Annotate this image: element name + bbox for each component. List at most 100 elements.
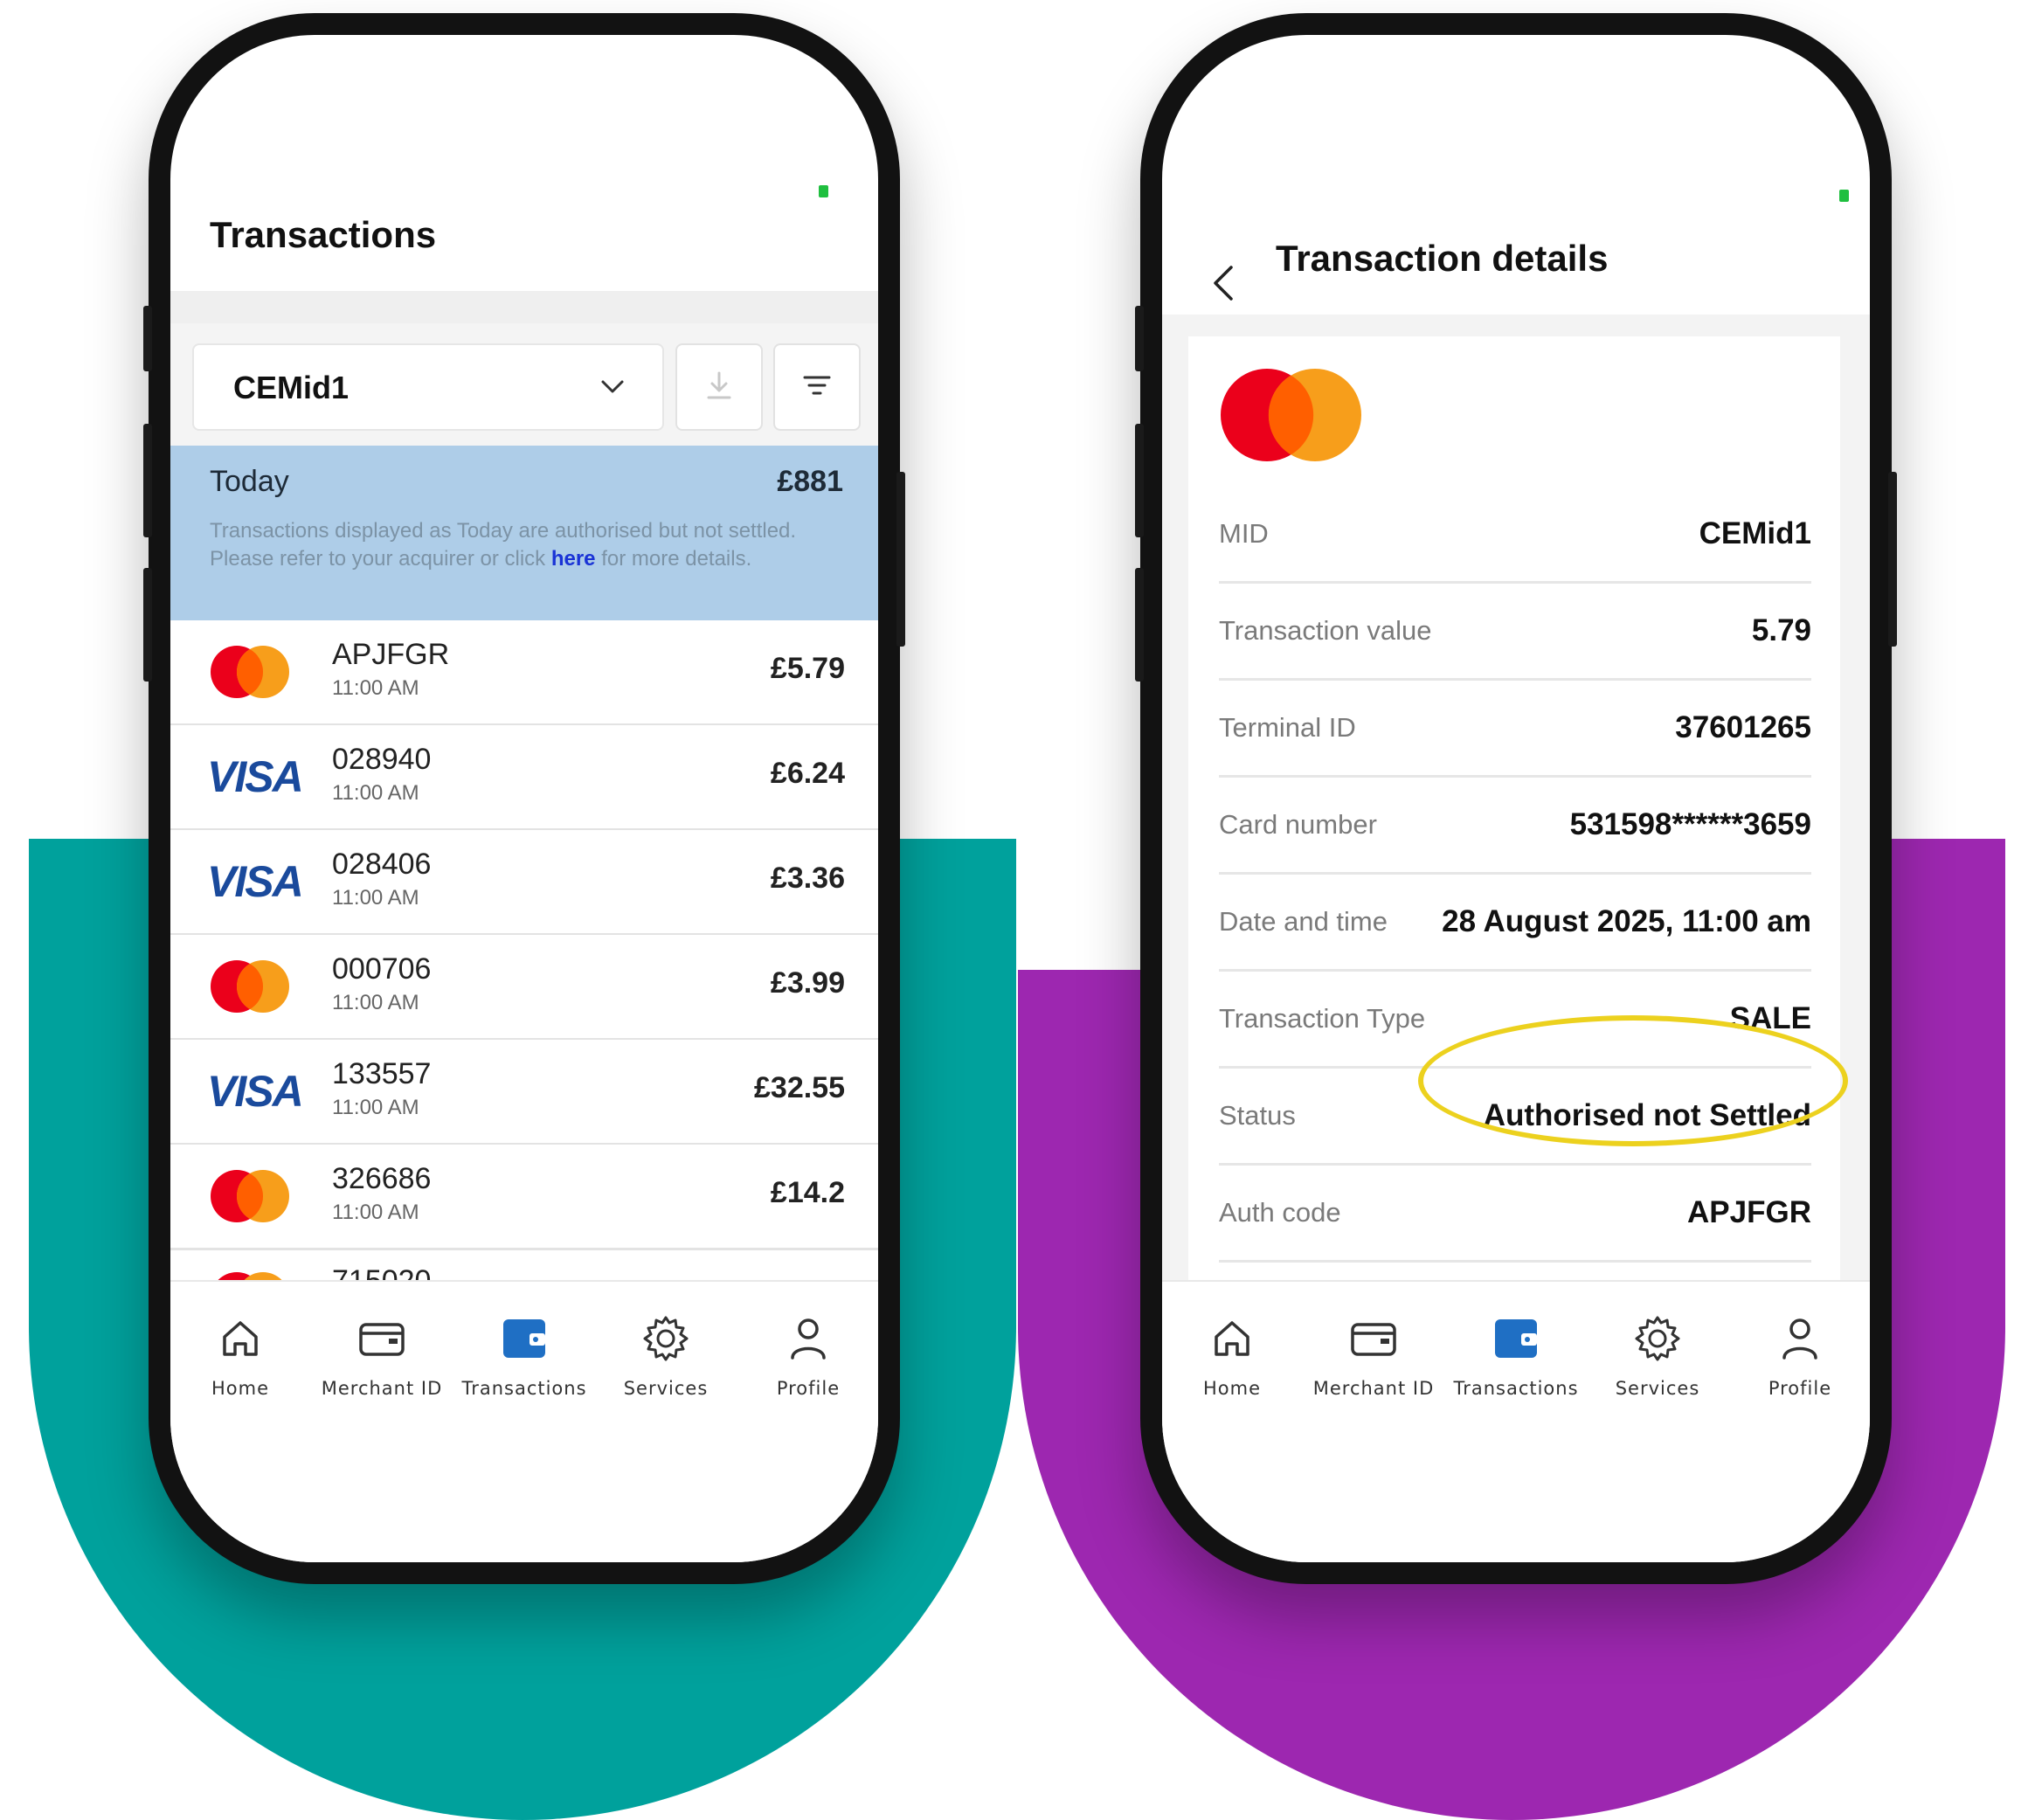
visa-logo: VISA: [207, 857, 304, 906]
wallet-icon: [1308, 1308, 1439, 1369]
detail-label: Transaction value: [1219, 615, 1432, 646]
nav-label: Services: [623, 1378, 709, 1399]
transaction-details-screen: Transaction details MID CEMid1 Transacti…: [1162, 35, 1870, 1562]
transaction-code: 133557: [332, 1057, 432, 1090]
today-note: Transactions displayed as Today are auth…: [210, 517, 848, 573]
page-title: Transaction details: [1276, 238, 1609, 279]
phone-side-button: [1135, 568, 1144, 682]
download-icon: [702, 368, 737, 407]
filter-icon: [799, 368, 834, 407]
bottom-nav: Home Merchant ID Transactions Services P…: [1162, 1280, 1870, 1562]
filter-button[interactable]: [773, 343, 861, 431]
gear-icon: [600, 1308, 731, 1369]
visa-logo: VISA: [207, 1067, 304, 1116]
detail-value: APJFGR: [1687, 1195, 1811, 1229]
mastercard-logo: [207, 1169, 294, 1223]
transaction-code: 028406: [332, 848, 432, 881]
transaction-amount: £6.24: [770, 757, 845, 790]
transaction-row[interactable]: VISA 028406 11:00 AM £3.36: [170, 830, 878, 936]
background-gap: [1018, 839, 1149, 970]
nav-services[interactable]: Services: [1592, 1308, 1723, 1399]
detail-row-date-time: Date and time 28 August 2025, 11:00 am: [1219, 873, 1811, 972]
detail-row-card-number: Card number 531598******3659: [1219, 776, 1811, 875]
nav-transactions[interactable]: Transactions: [459, 1308, 590, 1399]
detail-label: Transaction Type: [1219, 1003, 1426, 1034]
phone-side-button: [143, 424, 152, 537]
detail-label: Date and time: [1219, 906, 1388, 937]
chevron-down-icon: [598, 371, 627, 405]
transaction-time: 11:00 AM: [332, 886, 419, 910]
transaction-time: 11:00 AM: [332, 1201, 419, 1224]
detail-row-transaction-value: Transaction value 5.79: [1219, 582, 1811, 681]
page-title: Transactions: [210, 214, 437, 255]
phone-side-button: [1135, 424, 1144, 537]
nav-home[interactable]: Home: [175, 1308, 306, 1399]
nav-services[interactable]: Services: [600, 1308, 731, 1399]
today-label: Today: [210, 465, 289, 498]
nav-merchant-id[interactable]: Merchant ID: [316, 1308, 447, 1399]
detail-label: Terminal ID: [1219, 712, 1356, 743]
transactions-icon: [459, 1308, 590, 1369]
transaction-time: 11:00 AM: [332, 676, 419, 700]
transaction-row[interactable]: 326686 11:00 AM £14.2: [170, 1145, 878, 1250]
transaction-amount: £3.99: [770, 966, 845, 1000]
visa-logo: VISA: [207, 752, 304, 801]
here-link[interactable]: here: [551, 547, 596, 571]
transactions-icon: [1450, 1308, 1582, 1369]
today-amount: £881: [777, 465, 843, 498]
download-button[interactable]: [675, 343, 763, 431]
back-button[interactable]: [1210, 264, 1236, 307]
nav-label: Transactions: [461, 1378, 587, 1399]
detail-row-auth-code: Auth code APJFGR: [1219, 1164, 1811, 1263]
battery-icon: [819, 185, 828, 197]
detail-value: 37601265: [1675, 710, 1811, 744]
nav-profile[interactable]: Profile: [1734, 1308, 1865, 1399]
home-icon: [175, 1308, 306, 1369]
chevron-left-icon: [1210, 266, 1236, 306]
phone-side-button: [1135, 306, 1144, 371]
detail-value: 531598******3659: [1569, 807, 1811, 841]
profile-icon: [1734, 1308, 1865, 1369]
nav-merchant-id[interactable]: Merchant ID: [1308, 1308, 1439, 1399]
mastercard-logo: [207, 645, 294, 699]
transaction-amount: £32.55: [754, 1071, 845, 1104]
detail-value: 5.79: [1751, 613, 1811, 647]
nav-label: Profile: [776, 1378, 841, 1399]
nav-home[interactable]: Home: [1166, 1308, 1298, 1399]
nav-label: Merchant ID: [1312, 1378, 1435, 1399]
nav-transactions[interactable]: Transactions: [1450, 1308, 1582, 1399]
transaction-code: 326686: [332, 1162, 432, 1195]
mastercard-logo: [207, 959, 294, 1014]
transaction-time: 11:00 AM: [332, 991, 419, 1014]
transaction-row[interactable]: VISA 028940 11:00 AM £6.24: [170, 725, 878, 831]
transaction-amount: £5.79: [770, 652, 845, 685]
transaction-time: 11:00 AM: [332, 1096, 419, 1119]
nav-label: Profile: [1768, 1378, 1832, 1399]
detail-row-mid: MID CEMid1: [1219, 485, 1811, 584]
phone-side-button: [896, 472, 905, 647]
transaction-code: 028940: [332, 743, 432, 776]
nav-label: Home: [211, 1378, 269, 1399]
bottom-nav: Home Merchant ID Transactions Services P…: [170, 1280, 878, 1562]
nav-label: Transactions: [1453, 1378, 1579, 1399]
phone-frame-transactions: Transactions CEMid1 Today £881 Transacti…: [143, 13, 905, 1584]
details-card: MID CEMid1 Transaction value 5.79 Termin…: [1188, 336, 1840, 1280]
transaction-code: APJFGR: [332, 638, 450, 671]
detail-label: Card number: [1219, 809, 1377, 840]
transaction-row[interactable]: VISA 133557 11:00 AM £32.55: [170, 1040, 878, 1145]
detail-label: Auth code: [1219, 1197, 1341, 1228]
today-summary-panel: Today £881 Transactions displayed as Tod…: [170, 446, 878, 620]
battery-icon: [1839, 190, 1849, 202]
nav-label: Home: [1202, 1378, 1261, 1399]
profile-icon: [743, 1308, 874, 1369]
status-highlight-ellipse: [1418, 1015, 1848, 1146]
transaction-row[interactable]: 000706 11:00 AM £3.99: [170, 935, 878, 1041]
transaction-row[interactable]: APJFGR 11:00 AM £5.79: [170, 620, 878, 726]
detail-label: Status: [1219, 1100, 1296, 1131]
phone-side-button: [1888, 472, 1897, 647]
nav-profile[interactable]: Profile: [743, 1308, 874, 1399]
nav-label: Merchant ID: [321, 1378, 443, 1399]
phone-side-button: [143, 306, 152, 371]
transaction-code: 000706: [332, 952, 432, 986]
merchant-id-dropdown[interactable]: CEMid1: [192, 343, 664, 431]
